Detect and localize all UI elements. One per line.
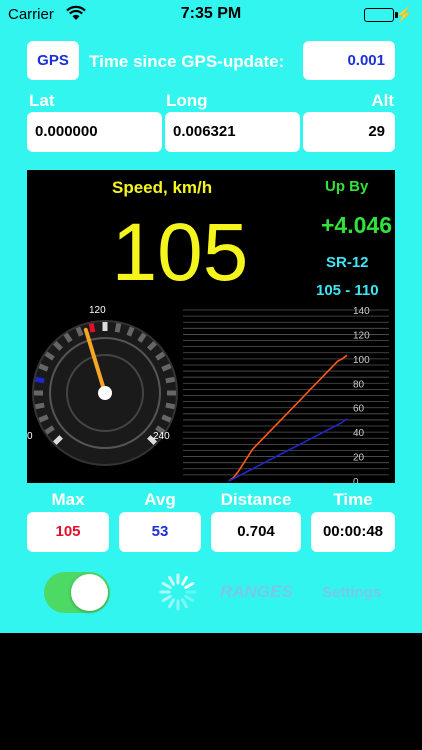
avg-label: Avg — [144, 490, 176, 509]
lat-label: Lat — [29, 91, 55, 110]
chart-y-tick: 120 — [353, 330, 370, 341]
speed-value: 105 — [111, 207, 249, 298]
chart-series-line — [228, 418, 348, 482]
max-label: Max — [51, 490, 85, 509]
gps-update-value: 0.001 — [303, 41, 395, 80]
time-label: Time — [333, 490, 373, 509]
gauge-label-min: 0 — [27, 431, 33, 442]
alt-label: Alt — [371, 91, 394, 110]
chart-y-tick: 100 — [353, 355, 370, 366]
upby-label: Up By — [325, 178, 369, 195]
status-time: 7:35 PM — [180, 5, 242, 22]
time-value: 00:00:48 — [311, 512, 395, 552]
speed-panel: Speed, km/h 105 Up By +4.046 SR-12 105 -… — [27, 170, 395, 483]
avg-value: 53 — [119, 512, 201, 552]
settings-button[interactable]: Settings — [322, 584, 381, 601]
long-value: 0.006321 — [165, 112, 300, 152]
speedometer-gauge: 120 0 240 — [27, 305, 178, 466]
distance-label: Distance — [220, 490, 292, 509]
battery-icon — [364, 8, 398, 22]
tracking-toggle[interactable] — [44, 572, 110, 613]
gauge-label-max: 240 — [153, 431, 170, 442]
gps-update-label: Time since GPS-update: — [89, 52, 285, 71]
gauge-hub — [98, 386, 112, 400]
chart-y-tick: 0 — [353, 477, 359, 483]
route-label: SR-12 — [326, 254, 369, 271]
app-screen: Carrier 7:35 PM ⚡ GPS Time since GPS-upd… — [0, 0, 422, 633]
alt-value: 29 — [303, 112, 395, 152]
chart-y-tick: 80 — [353, 379, 365, 390]
chart-y-tick: 60 — [353, 404, 365, 415]
long-label: Long — [166, 91, 208, 110]
chart-series-line — [228, 354, 348, 482]
chart-y-tick: 40 — [353, 428, 365, 439]
gauge-label-mid: 120 — [89, 305, 106, 316]
speed-range-label: 105 - 110 — [316, 282, 379, 299]
activity-spinner-icon — [159, 573, 197, 611]
chart-y-tick: 20 — [353, 453, 365, 464]
speed-title: Speed, km/h — [112, 178, 213, 197]
speed-chart: 140 120 100 80 60 40 20 0 — [183, 306, 389, 483]
toggle-knob[interactable] — [71, 574, 108, 611]
distance-value: 0.704 — [211, 512, 301, 552]
chart-y-tick: 140 — [353, 306, 370, 317]
status-bar: Carrier 7:35 PM ⚡ — [0, 0, 422, 30]
app-root: Carrier 7:35 PM ⚡ GPS Time since GPS-upd… — [0, 0, 422, 750]
max-value: 105 — [27, 512, 109, 552]
charging-icon: ⚡ — [395, 6, 413, 22]
gps-button[interactable]: GPS — [27, 41, 79, 80]
chart-series — [228, 354, 348, 482]
ranges-button[interactable]: RANGES — [220, 582, 293, 602]
lat-value: 0.000000 — [27, 112, 162, 152]
upby-value: +4.046 — [321, 212, 392, 238]
